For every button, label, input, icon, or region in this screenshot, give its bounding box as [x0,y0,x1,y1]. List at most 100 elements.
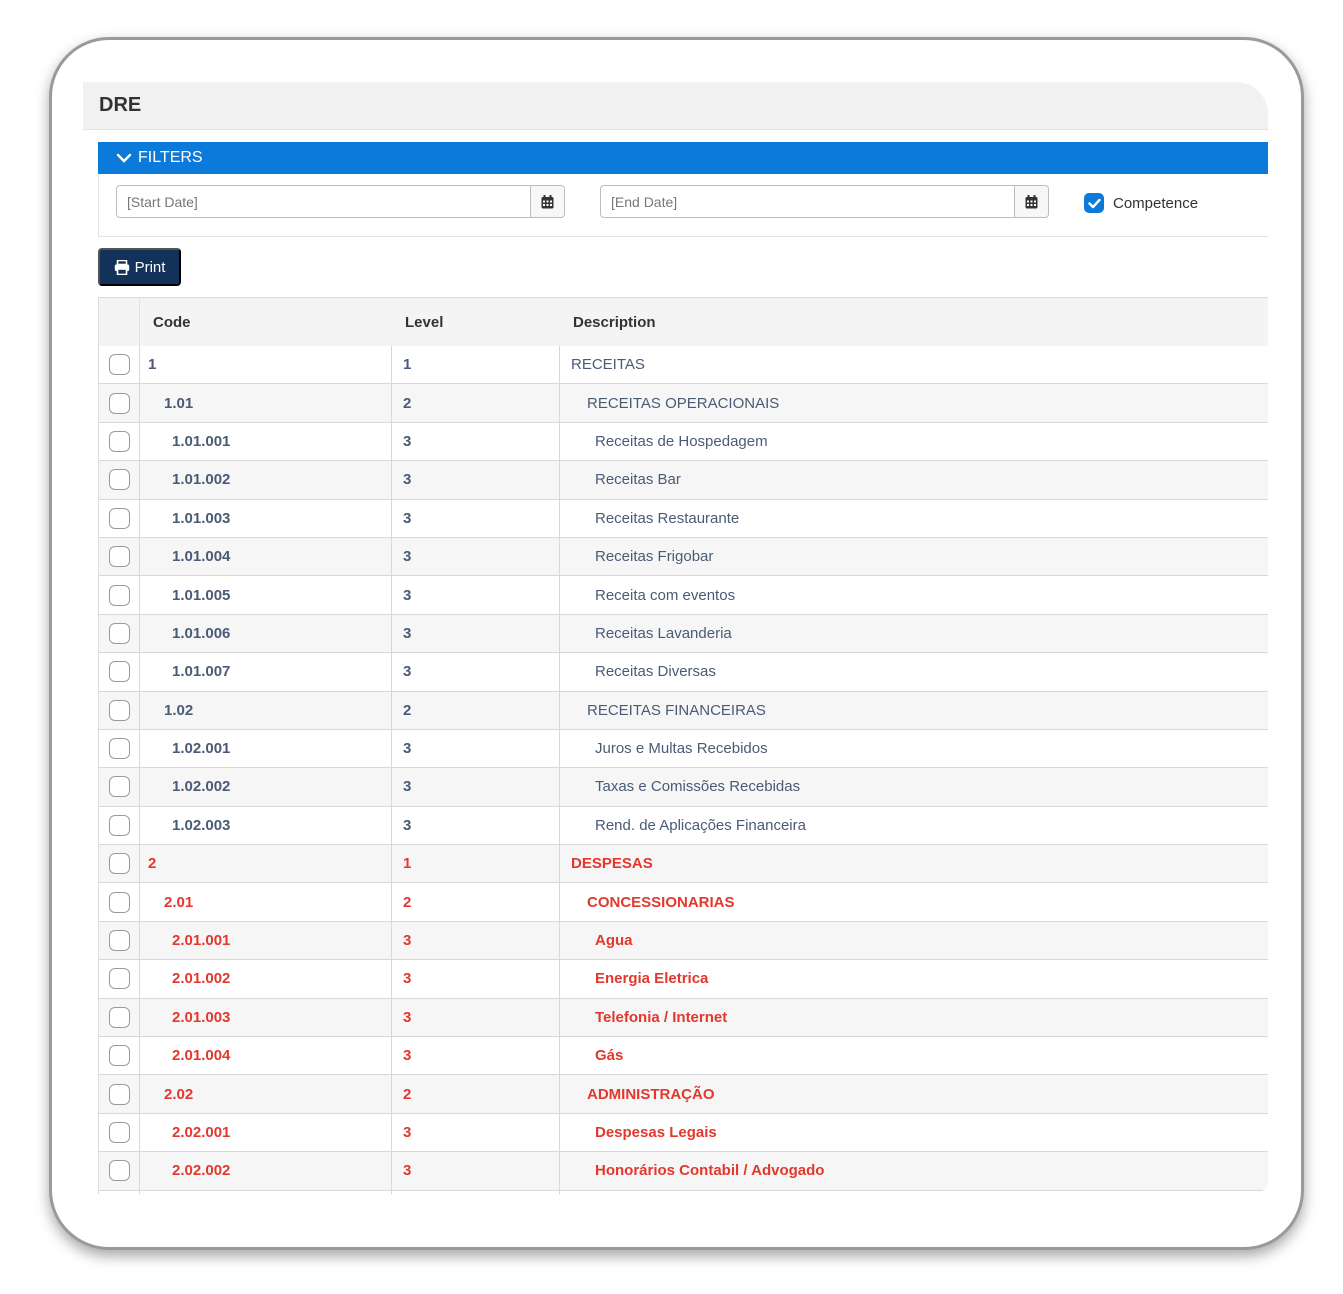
row-checkbox[interactable] [108,1122,130,1143]
table-row[interactable]: 2.01.003 3 Telefonia / Internet [99,998,1268,1038]
row-checkbox[interactable] [108,1160,130,1182]
row-checkbox[interactable] [108,469,130,491]
cell-description: Receitas Lavanderia [595,624,732,642]
end-date-input[interactable] [601,186,1014,217]
filters-toggle[interactable]: FILTERS [98,142,1268,174]
calendar-icon [1025,194,1038,208]
table-row[interactable]: 2.01.004 3 Gás [99,1037,1268,1076]
table-row[interactable]: 1.02.003 3 Rend. de Aplicações Financeira [99,806,1268,846]
row-checkbox[interactable] [108,853,130,875]
page-title: DRE [99,94,142,116]
row-checkbox[interactable] [108,699,130,721]
table-row[interactable]: 1.01.006 3 Receitas Lavanderia [99,614,1268,654]
column-header-code[interactable]: Code [140,298,392,346]
cell-code: 2 [140,845,392,883]
end-date-field [600,185,1049,218]
table-row[interactable]: 2.02.002 3 Honorários Contabil / Advogado [99,1152,1268,1191]
row-select-cell [99,461,140,499]
table-row[interactable]: 1.01.004 3 Receitas Frigobar [99,537,1268,577]
column-header-level[interactable]: Level [392,298,560,346]
cell-description: Honorários Contabil / Advogado [595,1162,825,1180]
print-button[interactable]: Print [98,248,181,286]
table-row[interactable]: 1 1 RECEITAS [99,346,1268,385]
cell-description: Receitas Frigobar [595,548,714,566]
table-row[interactable]: 1.02 2 RECEITAS FINANCEIRAS [99,691,1268,730]
row-checkbox[interactable] [108,891,130,913]
row-select-cell [99,806,140,845]
row-checkbox[interactable] [108,546,130,568]
row-checkbox[interactable] [108,738,130,760]
row-checkbox[interactable] [108,814,130,836]
cell-level: 3 [392,1152,560,1190]
row-checkbox[interactable] [108,776,130,798]
start-date-field [116,185,565,218]
cell-code: 1.02.002 [140,768,392,806]
cell-level: 1 [392,845,560,883]
cell-level: 3 [392,960,560,998]
table-row[interactable]: 1.02.001 3 Juros e Multas Recebidos [99,729,1268,769]
row-checkbox[interactable] [108,622,130,644]
row-checkbox[interactable] [108,1006,130,1028]
calendar-icon [541,194,554,208]
cell-code: 2.01.001 [140,921,392,960]
competence-toggle[interactable]: Competence [1084,193,1198,213]
cell-level: 3 [392,1113,560,1152]
table-row[interactable]: 1.01.005 3 Receita com eventos [99,576,1268,615]
table-row[interactable]: 2.01 2 CONCESSIONARIAS [99,883,1268,922]
cell-description: CONCESSIONARIAS [587,893,735,911]
row-checkbox[interactable] [108,1083,130,1105]
row-checkbox[interactable] [108,1045,130,1067]
row-checkbox[interactable] [108,354,130,376]
cell-level: 2 [392,883,560,921]
row-checkbox[interactable] [108,584,130,606]
cell-description: RECEITAS FINANCEIRAS [587,701,766,719]
cell-level: 1 [392,346,560,384]
cell-level: 2 [392,1075,560,1113]
table-row[interactable]: 2.01.002 3 Energia Eletrica [99,960,1268,999]
start-date-input[interactable] [117,186,530,217]
competence-checkbox[interactable] [1084,193,1104,213]
competence-label: Competence [1113,194,1199,212]
grid-header: Code Level Description [99,298,1268,346]
row-checkbox[interactable] [108,507,130,529]
tail-cell [392,1190,560,1194]
row-checkbox[interactable] [108,392,130,414]
row-checkbox[interactable] [108,430,130,452]
table-row[interactable]: 2 1 DESPESAS [99,845,1268,884]
cell-code: 2.02.002 [140,1152,392,1190]
table-row[interactable]: 1.01.003 3 Receitas Restaurante [99,499,1268,538]
start-date-picker-button[interactable] [530,186,564,217]
cell-code: 2.01 [140,883,392,921]
select-column-header [99,298,140,346]
printer-icon [114,259,129,275]
table-row[interactable]: 1.02.002 3 Taxas e Comissões Recebidas [99,768,1268,807]
table-row[interactable]: 2.01.001 3 Agua [99,921,1268,961]
cell-level: 3 [392,921,560,960]
cell-description: Receita com eventos [595,586,736,604]
cell-level: 3 [392,768,560,806]
title-bar: DRE [83,82,1268,130]
table-row[interactable]: 1.01 2 RECEITAS OPERACIONAIS [99,384,1268,423]
table-row[interactable]: 2.02 2 ADMINISTRAÇÃO [99,1075,1268,1114]
check-icon [1087,198,1101,208]
cell-description: Receitas de Hospedagem [595,432,768,450]
table-row[interactable]: 1.01.001 3 Receitas de Hospedagem [99,422,1268,462]
cell-code: 1.01.006 [140,614,392,653]
cell-level: 3 [392,537,560,576]
tail-cell [99,1190,140,1194]
row-select-cell [99,537,140,576]
table-row[interactable]: 1.01.007 3 Receitas Diversas [99,653,1268,692]
table-row[interactable]: 1.01.002 3 Receitas Bar [99,461,1268,500]
cell-description: DESPESAS [571,855,653,873]
row-select-cell [99,614,140,653]
table-row[interactable]: 2.02.001 3 Despesas Legais [99,1113,1268,1153]
end-date-picker-button[interactable] [1014,186,1048,217]
row-select-cell [99,576,140,614]
row-checkbox[interactable] [108,968,130,990]
row-checkbox[interactable] [108,930,130,952]
row-checkbox[interactable] [108,661,130,683]
row-select-cell [99,346,140,384]
column-header-description[interactable]: Description [560,298,1268,346]
cell-code: 1.01.003 [140,499,392,537]
cell-level: 3 [392,806,560,845]
